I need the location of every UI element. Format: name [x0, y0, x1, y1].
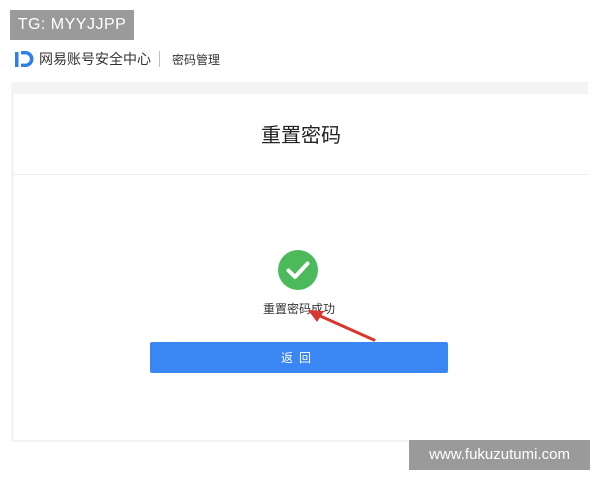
reset-password-card: 重置密码 重置密码成功 返回: [14, 94, 588, 440]
red-arrow-annotation: [308, 310, 376, 342]
page-title: 重置密码: [261, 123, 341, 147]
site-watermark: www.fukuzutumi.com: [409, 440, 590, 470]
nav-link-password-management[interactable]: 密码管理: [172, 51, 220, 68]
tg-watermark-badge: TG: MYYJJPP: [10, 10, 134, 40]
netease-id-logo-icon[interactable]: [14, 49, 36, 69]
return-button[interactable]: 返回: [150, 342, 448, 373]
title-divider: [14, 174, 588, 175]
header-divider: [159, 51, 160, 67]
brand-name[interactable]: 网易账号安全中心: [39, 49, 151, 69]
success-message: 重置密码成功: [262, 302, 335, 316]
check-circle-icon: [278, 250, 318, 290]
site-header: 网易账号安全中心 密码管理: [14, 47, 220, 71]
